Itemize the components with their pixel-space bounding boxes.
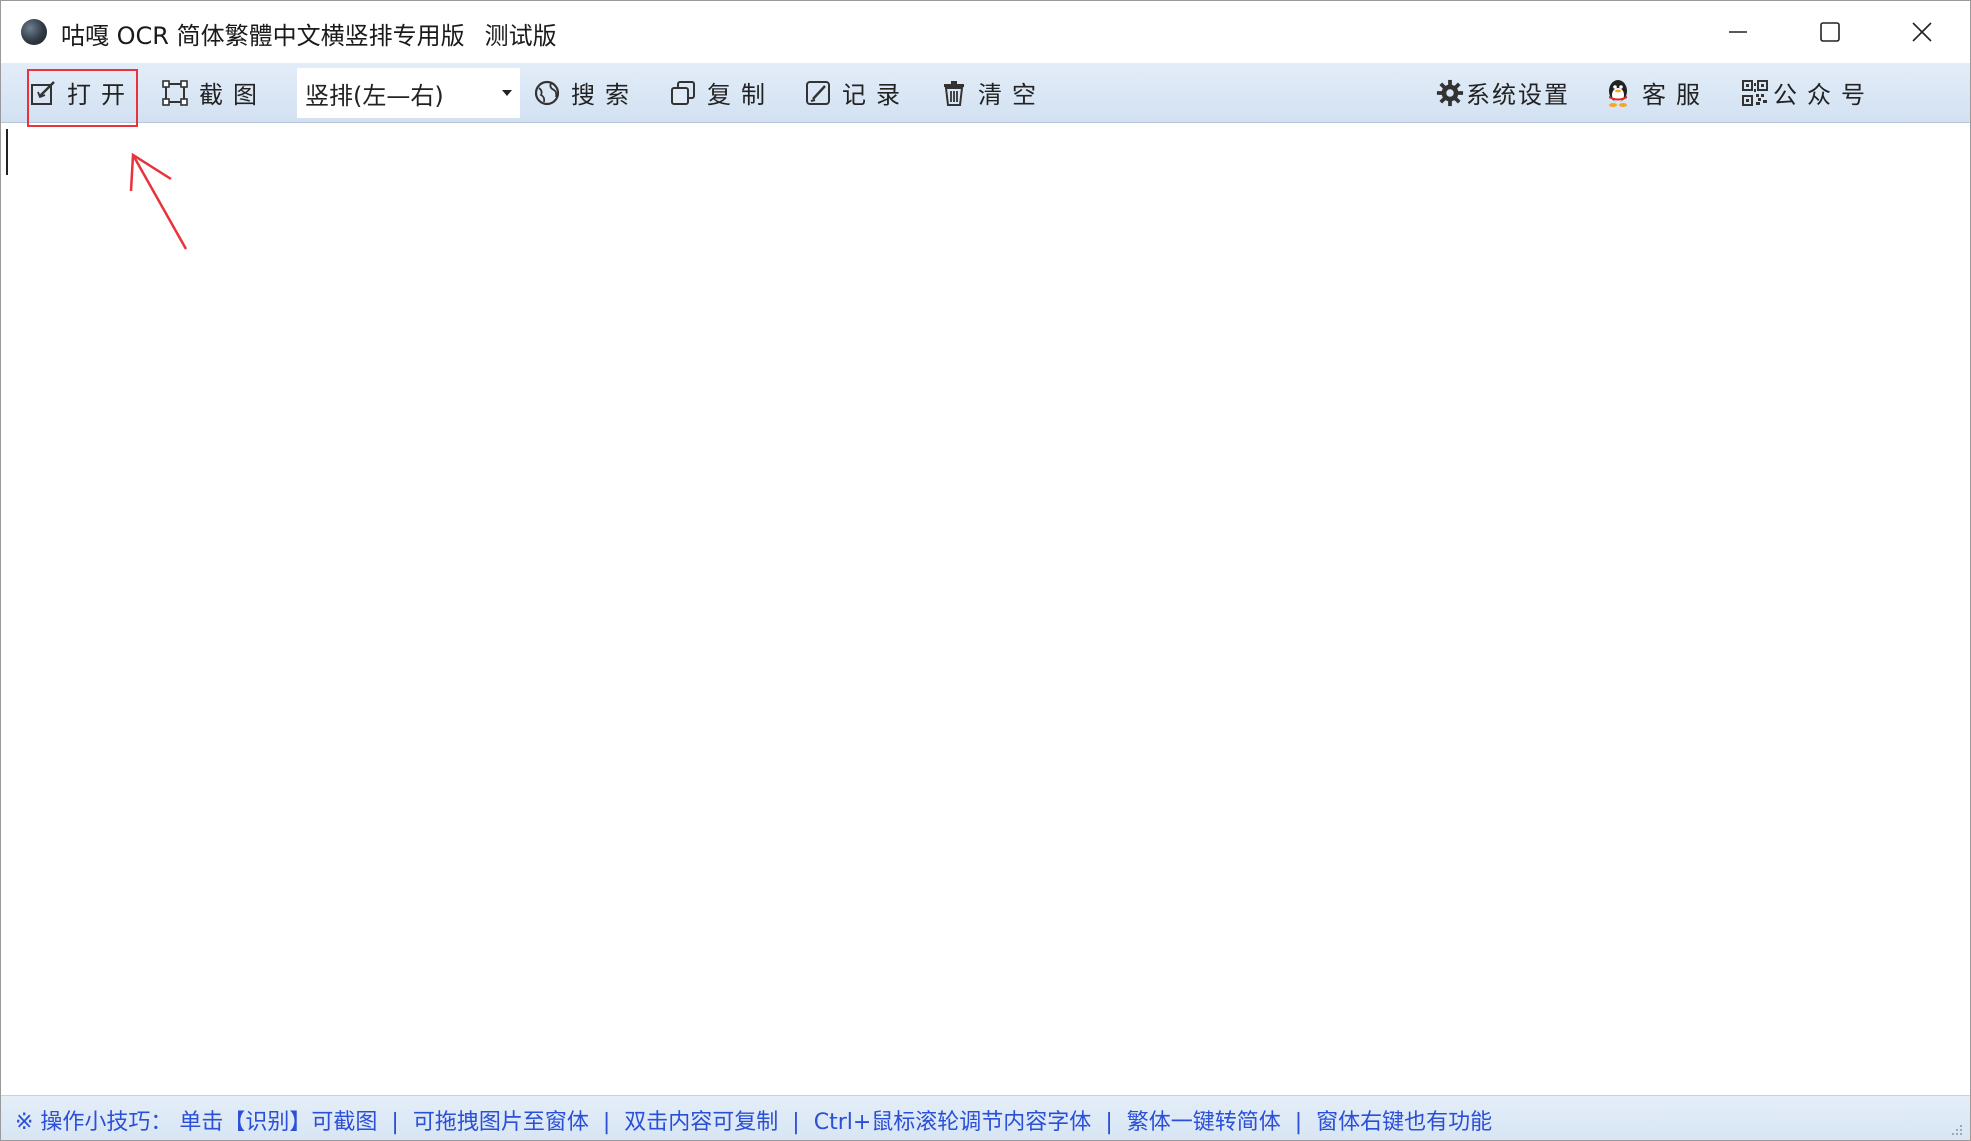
orientation-select-value: 竖排(左—右) bbox=[305, 81, 444, 110]
annotation-arrow-icon bbox=[129, 152, 188, 250]
history-button[interactable]: 记录 bbox=[804, 63, 910, 122]
screenshot-button[interactable]: 截图 bbox=[161, 63, 267, 122]
support-label: 客服 bbox=[1642, 81, 1710, 109]
settings-button[interactable]: 系统设置 bbox=[1436, 63, 1570, 122]
tip-item: 可拖拽图片至窗体 bbox=[412, 1110, 589, 1135]
tip-separator: | bbox=[792, 1110, 800, 1135]
qq-penguin-icon bbox=[1604, 79, 1632, 107]
window-title-text: 咕嘎 OCR 简体繁體中文横竖排专用版 bbox=[61, 22, 465, 50]
chevron-down-icon bbox=[502, 90, 512, 96]
clear-button[interactable]: 清空 bbox=[940, 63, 1046, 122]
maximize-icon bbox=[1820, 22, 1840, 42]
app-window: 咕嘎 OCR 简体繁體中文横竖排专用版 测试版 打开 截图 竖排(左—右) 搜索… bbox=[0, 0, 1971, 1141]
official-account-label: 公众号 bbox=[1773, 81, 1875, 109]
resize-grip-icon[interactable] bbox=[1948, 1121, 1964, 1137]
edit-note-icon bbox=[804, 79, 832, 107]
qr-code-icon bbox=[1741, 79, 1769, 107]
settings-label: 系统设置 bbox=[1466, 81, 1570, 109]
tip-separator: | bbox=[391, 1110, 399, 1135]
tip-separator: | bbox=[1294, 1110, 1303, 1135]
orientation-select[interactable]: 竖排(左—右) bbox=[297, 68, 520, 118]
tip-separator: | bbox=[602, 1110, 611, 1135]
official-account-button[interactable]: 公众号 bbox=[1741, 63, 1875, 122]
window-title: 咕嘎 OCR 简体繁體中文横竖排专用版 测试版 bbox=[61, 16, 557, 51]
copy-icon bbox=[669, 79, 697, 107]
minimize-button[interactable] bbox=[1692, 1, 1784, 63]
close-button[interactable] bbox=[1876, 1, 1968, 63]
copy-button[interactable]: 复制 bbox=[669, 63, 775, 122]
globe-icon bbox=[533, 79, 561, 107]
tip-item: 窗体右键也有功能 bbox=[1316, 1110, 1493, 1135]
screenshot-label: 截图 bbox=[199, 81, 267, 109]
title-bar: 咕嘎 OCR 简体繁體中文横竖排专用版 测试版 bbox=[1, 1, 1970, 63]
ocr-result-textarea[interactable] bbox=[3, 123, 1968, 1095]
tip-item: 双击内容可复制 bbox=[624, 1110, 779, 1135]
toolbar: 打开 截图 竖排(左—右) 搜索 复制 记录 清空 系统设置 客服 公众号 bbox=[1, 63, 1970, 123]
history-label: 记录 bbox=[842, 81, 910, 109]
highlight-box bbox=[27, 69, 138, 127]
search-label: 搜索 bbox=[571, 81, 639, 109]
maximize-button[interactable] bbox=[1784, 1, 1876, 63]
usage-tips: ※ 操作小技巧： 单击【识别】可截图 | 可拖拽图片至窗体 | 双击内容可复制 | Ctrl… bbox=[15, 1104, 1492, 1136]
tip-item: Ctrl+鼠标滚轮调节内容字体 bbox=[813, 1110, 1092, 1135]
status-bar: ※ 操作小技巧： 单击【识别】可截图 | 可拖拽图片至窗体 | 双击内容可复制 | Ctrl… bbox=[1, 1095, 1970, 1140]
text-cursor bbox=[6, 129, 8, 175]
minimize-icon bbox=[1729, 31, 1747, 33]
tip-item: ※ 操作小技巧： 单击【识别】可截图 bbox=[15, 1110, 378, 1135]
tip-item: 繁体一键转简体 bbox=[1126, 1110, 1281, 1135]
support-button[interactable]: 客服 bbox=[1604, 63, 1710, 122]
search-button[interactable]: 搜索 bbox=[533, 63, 639, 122]
clear-label: 清空 bbox=[978, 81, 1046, 109]
app-logo-icon bbox=[21, 19, 47, 45]
tip-separator: | bbox=[1105, 1110, 1113, 1135]
gear-icon bbox=[1436, 79, 1464, 107]
trash-icon bbox=[940, 79, 968, 107]
version-label: 测试版 bbox=[484, 22, 557, 50]
crop-frame-icon bbox=[161, 79, 189, 107]
copy-label: 复制 bbox=[707, 81, 775, 109]
close-icon bbox=[1912, 22, 1932, 42]
